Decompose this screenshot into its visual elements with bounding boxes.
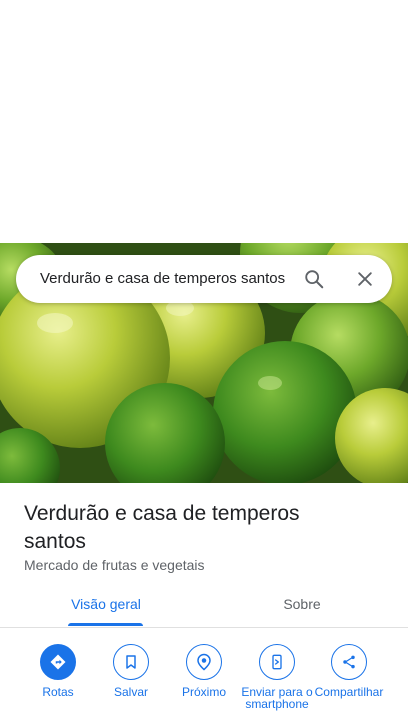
nearby-button[interactable]: Próximo xyxy=(168,644,240,698)
search-button[interactable] xyxy=(290,255,338,303)
place-tabs: Visão geral Sobre xyxy=(0,584,408,628)
save-label: Salvar xyxy=(113,685,148,699)
send-to-phone-icon xyxy=(272,654,282,670)
directions-icon xyxy=(50,654,66,670)
bookmark-icon xyxy=(126,655,136,669)
tab-overview[interactable]: Visão geral xyxy=(53,584,159,627)
close-icon xyxy=(358,272,372,286)
place-title: Verdurão e casa de temperos santos xyxy=(24,502,300,553)
nearby-label: Próximo xyxy=(181,685,226,699)
map-blank-area xyxy=(0,0,408,243)
tab-selected-indicator xyxy=(68,623,143,626)
share-label: Compartilhar xyxy=(314,685,384,699)
save-button[interactable]: Salvar xyxy=(95,644,167,698)
send-to-phone-button[interactable]: Enviar para o smartphone xyxy=(241,644,313,710)
send-to-phone-label: Enviar para o smartphone xyxy=(241,685,313,711)
search-bar[interactable]: Verdurão e casa de temperos santos xyxy=(16,255,392,303)
action-bar: Rotas Salvar Próximo Enviar para o smart… xyxy=(0,644,408,726)
clear-search-button[interactable] xyxy=(341,255,389,303)
share-icon xyxy=(343,655,355,669)
directions-label: Rotas xyxy=(42,685,74,699)
place-category: Mercado de frutas e vegetais xyxy=(24,557,205,573)
search-icon xyxy=(305,270,324,289)
nearby-icon xyxy=(197,653,211,671)
search-input[interactable]: Verdurão e casa de temperos santos xyxy=(40,255,304,303)
tab-about[interactable]: Sobre xyxy=(249,584,355,627)
directions-button[interactable]: Rotas xyxy=(22,644,94,698)
share-button[interactable]: Compartilhar xyxy=(313,644,385,698)
